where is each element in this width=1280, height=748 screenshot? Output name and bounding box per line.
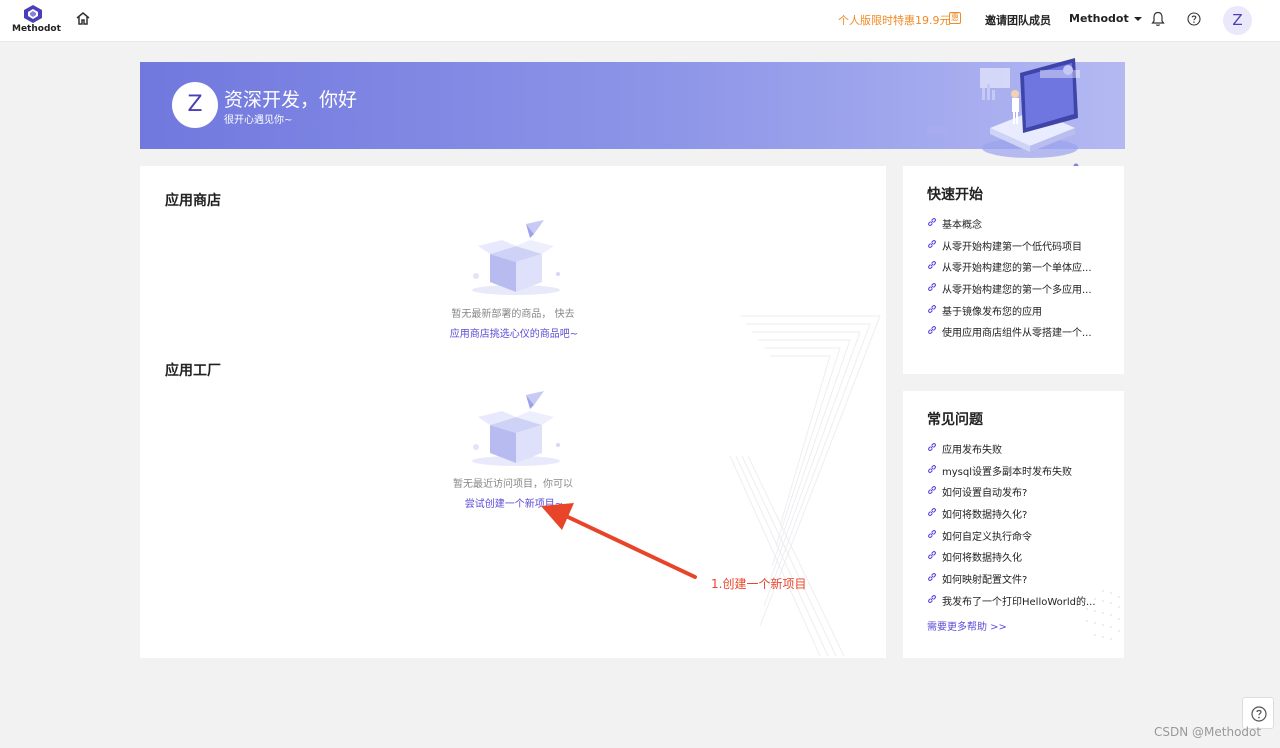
link-icon	[928, 508, 936, 517]
quick-start-card: 快速开始 基本概念 从零开始构建第一个低代码项目 从零开始构建您的第一个单体应.…	[903, 166, 1124, 374]
link-icon	[928, 573, 936, 582]
help-icon[interactable]	[1187, 12, 1201, 26]
quick-start-label: 从零开始构建第一个低代码项目	[942, 241, 1082, 253]
csdn-watermark: CSDN @Methodot	[1154, 725, 1262, 739]
app-factory-title: 应用工厂	[165, 363, 221, 379]
faq-item[interactable]: 如何设置自动发布?	[927, 484, 1107, 506]
caret-down-icon	[1133, 17, 1142, 21]
empty-box-icon	[472, 220, 560, 295]
quick-start-item[interactable]: 基本概念	[927, 216, 1107, 238]
quick-start-label: 从零开始构建您的第一个单体应...	[942, 263, 1092, 275]
link-icon	[928, 326, 936, 335]
faq-label: 如何设置自动发布?	[942, 488, 1028, 500]
faq-item[interactable]: 如何将数据持久化	[927, 549, 1107, 571]
app-store-browse-link[interactable]: 应用商店挑选心仪的商品吧~	[439, 325, 589, 340]
faq-label: 如何自定义执行命令	[942, 531, 1032, 543]
link-icon	[928, 486, 936, 495]
link-icon	[928, 464, 936, 473]
quick-start-list: 基本概念 从零开始构建第一个低代码项目 从零开始构建您的第一个单体应... 从零…	[927, 216, 1107, 346]
app-store-title: 应用商店	[165, 193, 221, 209]
more-help-link[interactable]: 需要更多帮助 >>	[927, 618, 1007, 633]
faq-item[interactable]: 如何将数据持久化?	[927, 506, 1107, 528]
methodot-logo[interactable]: Methodot	[12, 5, 61, 39]
invite-team-button[interactable]: 邀请团队成员	[985, 12, 1051, 28]
link-icon	[928, 551, 936, 560]
quick-start-label: 基于镜像发布您的应用	[942, 306, 1042, 318]
faq-label: 应用发布失败	[942, 445, 1002, 456]
decorative-lines	[729, 315, 881, 657]
link-icon	[928, 239, 936, 248]
quick-start-label: 基本概念	[942, 220, 982, 231]
faq-item[interactable]: 如何自定义执行命令	[927, 528, 1107, 550]
faq-label: 如何映射配置文件?	[942, 575, 1028, 587]
decorative-dots	[1086, 590, 1120, 640]
top-navbar: Methodot 个人版限时特惠19.9元 惠 邀请团队成员 Methodot …	[0, 0, 1280, 42]
faq-card: 常见问题 应用发布失败 mysql设置多副本时发布失败 如何设置自动发布? 如何…	[903, 391, 1124, 658]
banner-avatar: Z	[172, 82, 218, 128]
promo-badge: 惠	[949, 12, 961, 24]
workspace-name: Methodot	[1069, 12, 1129, 25]
quick-start-item[interactable]: 从零开始构建您的第一个多应用...	[927, 281, 1107, 303]
link-icon	[928, 283, 936, 292]
logo-icon	[24, 5, 42, 23]
logo-text: Methodot	[12, 24, 61, 34]
promo-link[interactable]: 个人版限时特惠19.9元	[838, 12, 951, 28]
empty-box-icon	[472, 391, 560, 466]
link-icon	[928, 443, 936, 451]
link-icon	[928, 218, 936, 226]
home-icon[interactable]	[74, 10, 92, 28]
quick-start-label: 使用应用商店组件从零搭建一个...	[942, 328, 1092, 340]
quick-start-title: 快速开始	[927, 187, 983, 203]
quick-start-item[interactable]: 基于镜像发布您的应用	[927, 303, 1107, 325]
banner-illustration	[926, 58, 1080, 169]
faq-item[interactable]: mysql设置多副本时发布失败	[927, 463, 1107, 485]
bell-icon[interactable]	[1151, 11, 1165, 27]
app-factory-empty-text: 暂无最近访问项目，你可以	[453, 479, 573, 490]
link-icon	[928, 261, 936, 270]
faq-label: 如何将数据持久化?	[942, 510, 1028, 522]
quick-start-label: 从零开始构建您的第一个多应用...	[942, 285, 1092, 297]
create-project-link[interactable]: 尝试创建一个新项目~	[454, 495, 574, 510]
help-icon	[1251, 706, 1267, 722]
faq-label: mysql设置多副本时发布失败	[942, 466, 1072, 478]
annotation-label: 1.创建一个新项目	[711, 577, 807, 591]
faq-item[interactable]: 应用发布失败	[927, 441, 1107, 463]
quick-start-item[interactable]: 从零开始构建您的第一个单体应...	[927, 259, 1107, 281]
workspace-dropdown[interactable]: Methodot	[1069, 12, 1142, 25]
banner-subtitle: 很开心遇见你~	[224, 115, 293, 126]
banner-greeting: 资深开发，你好	[224, 89, 358, 111]
faq-label: 如何将数据持久化	[942, 553, 1022, 565]
link-icon	[928, 594, 936, 603]
quick-start-item[interactable]: 从零开始构建第一个低代码项目	[927, 238, 1107, 260]
quick-start-item[interactable]: 使用应用商店组件从零搭建一个...	[927, 324, 1107, 346]
app-store-empty-text: 暂无最新部署的商品， 快去	[451, 309, 575, 320]
link-icon	[928, 304, 936, 313]
faq-title: 常见问题	[927, 412, 983, 428]
link-icon	[928, 529, 936, 538]
user-avatar[interactable]: Z	[1223, 6, 1252, 35]
